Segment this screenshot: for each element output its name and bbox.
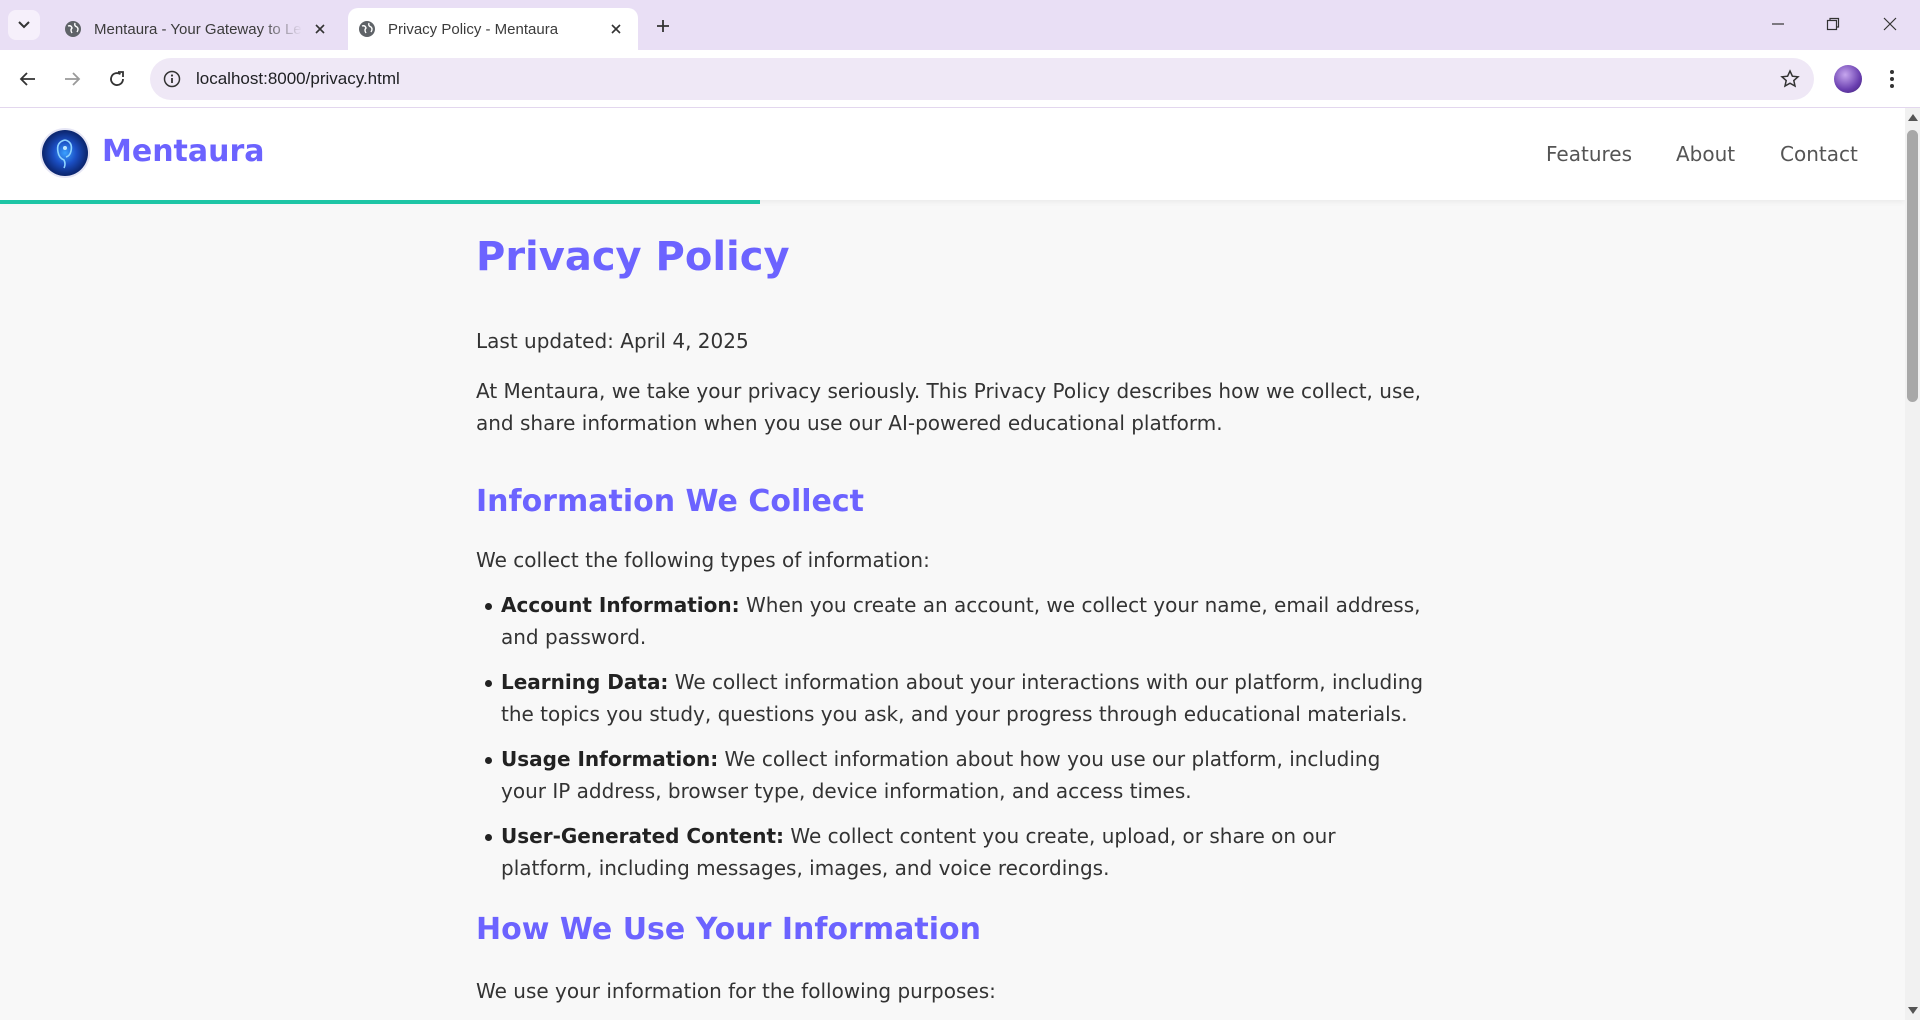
- profile-avatar[interactable]: [1834, 65, 1862, 93]
- bookmark-star-icon[interactable]: [1780, 69, 1800, 89]
- minimize-button[interactable]: [1758, 6, 1798, 42]
- address-bar[interactable]: localhost:8000/privacy.html: [150, 58, 1814, 100]
- list-item-label: Usage Information:: [501, 747, 719, 771]
- section-lead: We use your information for the followin…: [476, 979, 996, 1003]
- nav-link-contact[interactable]: Contact: [1780, 142, 1858, 166]
- close-icon: [1883, 17, 1897, 31]
- list-item-label: Learning Data:: [501, 670, 669, 694]
- forward-button[interactable]: [56, 63, 88, 95]
- browser-tab-strip: Mentaura - Your Gateway to Learning Priv…: [0, 0, 1920, 50]
- site-info-icon[interactable]: [162, 69, 182, 89]
- site-header: Mentaura Features About Contact: [0, 108, 1905, 200]
- tab-title: Privacy Policy - Mentaura: [388, 20, 559, 38]
- minimize-icon: [1772, 23, 1784, 25]
- page-scrollbar[interactable]: [1905, 108, 1920, 1020]
- section-heading-how-we-use: How We Use Your Information: [476, 912, 981, 947]
- globe-icon: [65, 21, 81, 37]
- section-heading-information-we-collect: Information We Collect: [476, 484, 864, 519]
- tab-title: Mentaura - Your Gateway to Learning: [94, 20, 302, 38]
- information-list: Account Information: When you create an …: [476, 589, 1426, 884]
- globe-icon: [359, 21, 375, 37]
- chevron-down-icon: [18, 21, 30, 29]
- privacy-content: Privacy Policy Last updated: April 4, 20…: [476, 233, 1426, 1007]
- close-tab-icon[interactable]: [310, 19, 330, 39]
- arrow-right-icon: [65, 72, 81, 86]
- arrow-left-icon: [19, 72, 35, 86]
- brand-name[interactable]: Mentaura: [102, 134, 265, 169]
- plus-icon: [657, 20, 669, 32]
- list-item: Learning Data: We collect information ab…: [476, 666, 1426, 730]
- list-item: Usage Information: We collect informatio…: [476, 743, 1426, 807]
- restore-icon: [1826, 17, 1840, 31]
- more-vert-icon: [1890, 70, 1894, 88]
- back-button[interactable]: [12, 63, 44, 95]
- page-title: Privacy Policy: [476, 234, 790, 280]
- intro-paragraph: At Mentaura, we take your privacy seriou…: [476, 379, 1422, 435]
- tab-search-button[interactable]: [8, 10, 40, 40]
- restore-button[interactable]: [1813, 6, 1853, 42]
- nav-link-about[interactable]: About: [1676, 142, 1735, 166]
- url-text: localhost:8000/privacy.html: [196, 69, 400, 88]
- page-viewport: Mentaura Features About Contact Privacy …: [0, 108, 1905, 1020]
- brain-icon: [56, 139, 73, 169]
- scroll-down-arrow-icon[interactable]: [1908, 1007, 1918, 1014]
- brand-logo[interactable]: [42, 130, 88, 176]
- scrollbar-thumb[interactable]: [1907, 130, 1918, 402]
- list-item-label: Account Information:: [501, 593, 740, 617]
- close-tab-icon[interactable]: [606, 19, 626, 39]
- list-item: Account Information: When you create an …: [476, 589, 1426, 653]
- tab-privacy-policy[interactable]: Privacy Policy - Mentaura: [348, 8, 638, 50]
- browser-menu-button[interactable]: [1882, 65, 1902, 93]
- new-tab-button[interactable]: [650, 13, 676, 39]
- list-item: User-Generated Content: We collect conte…: [476, 820, 1426, 884]
- nav-link-features[interactable]: Features: [1546, 142, 1632, 166]
- reading-progress-bar: [0, 200, 760, 204]
- list-item-label: User-Generated Content:: [501, 824, 784, 848]
- tab-mentaura-home[interactable]: Mentaura - Your Gateway to Learning: [50, 8, 342, 50]
- section-lead: We collect the following types of inform…: [476, 548, 930, 572]
- last-updated: Last updated: April 4, 2025: [476, 329, 749, 353]
- scroll-up-arrow-icon[interactable]: [1908, 114, 1918, 121]
- close-window-button[interactable]: [1870, 6, 1910, 42]
- reload-button[interactable]: [101, 63, 133, 95]
- browser-toolbar: localhost:8000/privacy.html: [0, 50, 1920, 108]
- reload-icon: [110, 71, 124, 86]
